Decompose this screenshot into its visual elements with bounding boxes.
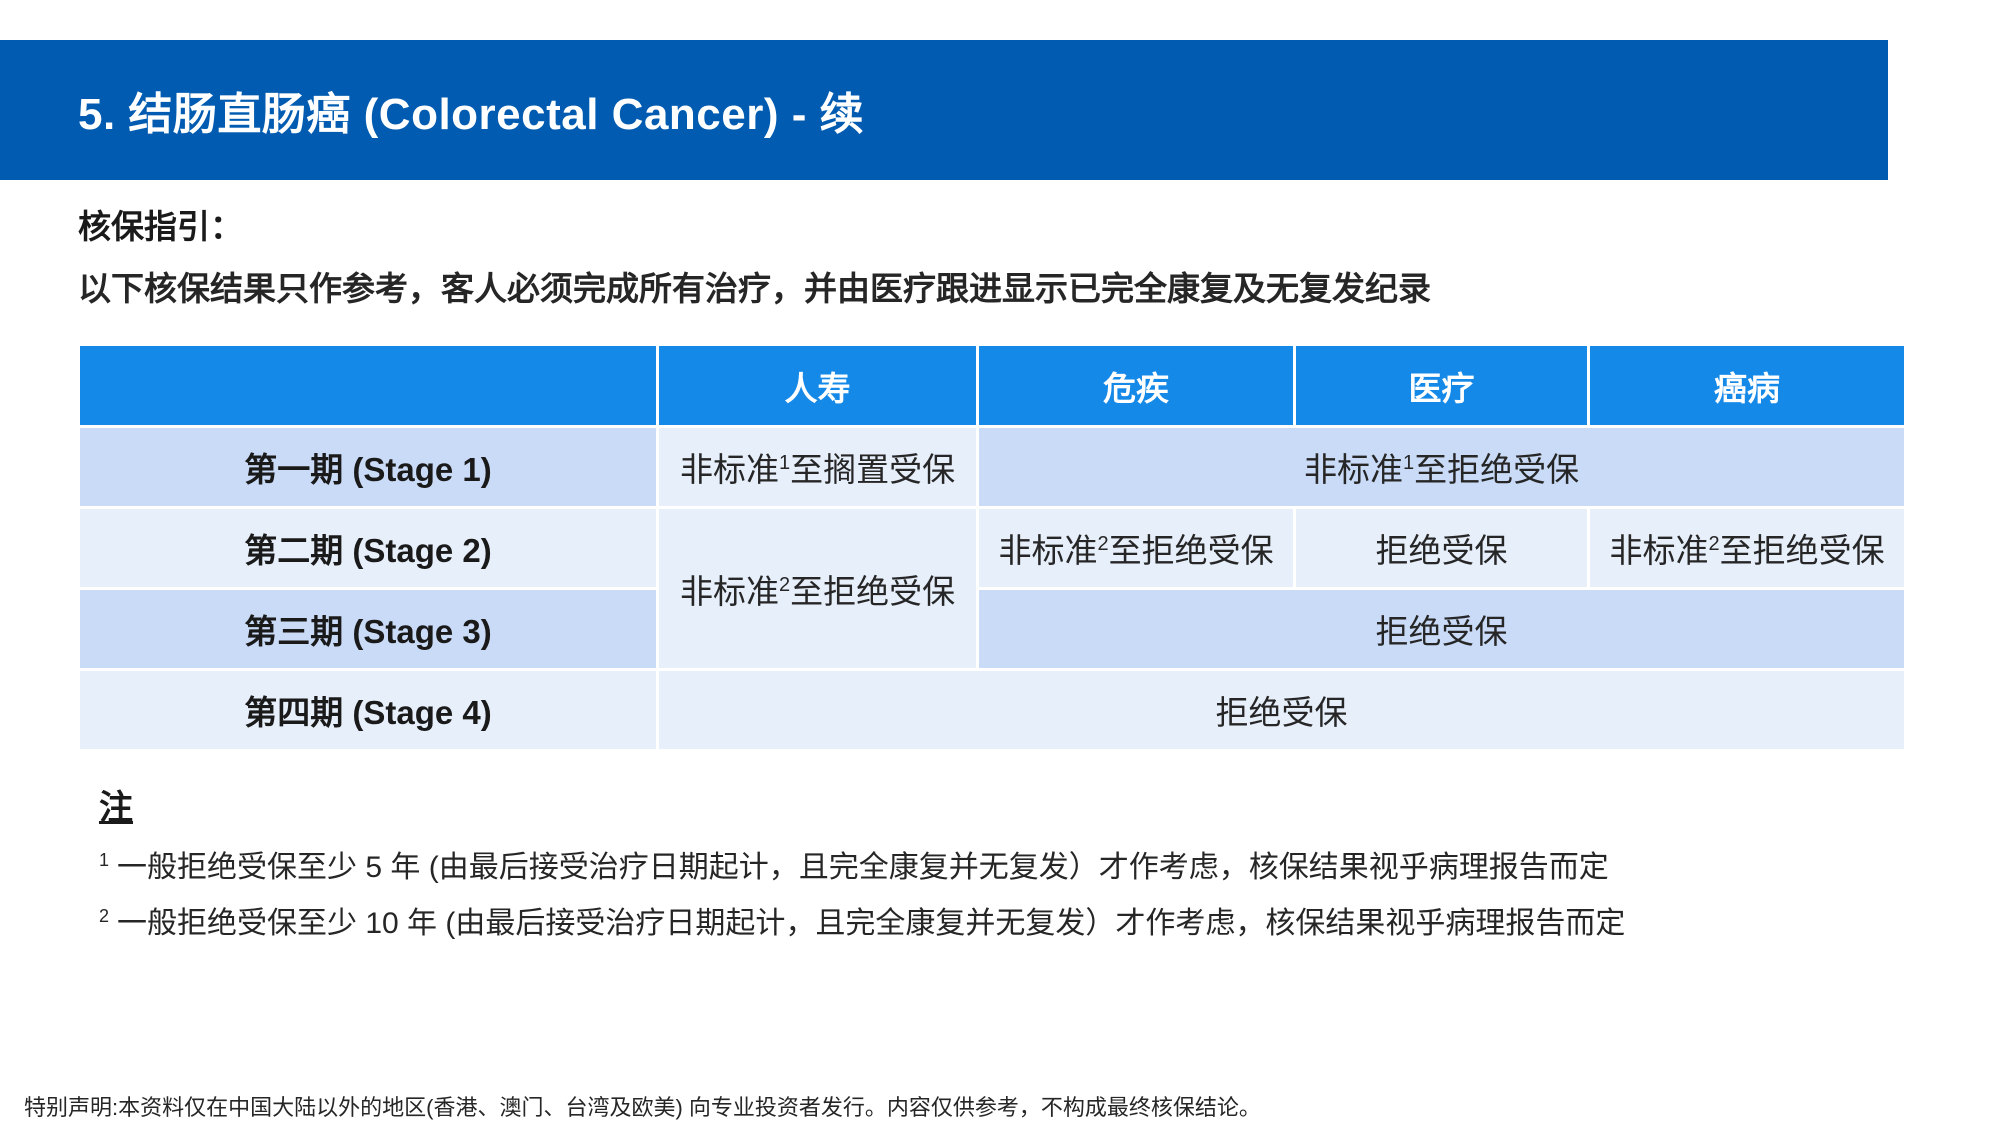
footnote-ref: 2 xyxy=(1708,533,1720,555)
cell-text: 至拒绝受保 xyxy=(1414,451,1580,488)
page-title: 5. 结肠直肠癌 (Colorectal Cancer) - 续 xyxy=(78,90,865,139)
stage-1-label: 第一期 (Stage 1) xyxy=(80,428,656,506)
table-row: 第四期 (Stage 4) 拒绝受保 xyxy=(80,671,1904,749)
stage-4-label: 第四期 (Stage 4) xyxy=(80,671,656,749)
footnote-number: 2 xyxy=(99,906,110,926)
cell-text: 非标准 xyxy=(1609,532,1709,569)
stage-1-life-cell: 非标准1至搁置受保 xyxy=(659,428,976,506)
stage-2-medical-cell: 拒绝受保 xyxy=(1296,509,1587,587)
header-cell-cancer: 癌病 xyxy=(1590,346,1904,425)
stage-1-other-cell: 非标准1至拒绝受保 xyxy=(979,428,1904,506)
footnote-1: 1 一般拒绝受保至少 5 年 (由最后接受治疗日期起计，且完全康复并无复发）才作考… xyxy=(99,842,1609,886)
cell-text: 非标准 xyxy=(679,572,779,610)
footnote-ref: 1 xyxy=(1402,452,1415,474)
header-cell-blank xyxy=(80,346,656,425)
guide-text: 以下核保结果只作参考，客人必须完成所有治疗，并由医疗跟进显示已完全康复及无复发纪… xyxy=(78,270,1431,307)
slide: 5. 结肠直肠癌 (Colorectal Cancer) - 续 核保指引： 以… xyxy=(0,0,2000,1125)
table-header-row: 人寿 危疾 医疗 癌病 xyxy=(80,346,1904,425)
cell-text: 至拒绝受保 xyxy=(1719,532,1885,569)
header-cell-critical-illness: 危疾 xyxy=(979,346,1293,425)
stage-2-3-life-cell: 非标准2至拒绝受保 xyxy=(659,509,976,668)
stage-2-label: 第二期 (Stage 2) xyxy=(80,509,656,587)
footnote-text: 一般拒绝受保至少 10 年 (由最后接受治疗日期起计，且完全康复并无复发）才作考… xyxy=(117,907,1626,940)
cell-text: 至拒绝受保 xyxy=(1108,532,1274,569)
guide-label: 核保指引： xyxy=(78,208,243,245)
footnote-ref: 2 xyxy=(778,573,791,596)
footnote-number: 1 xyxy=(99,850,110,870)
cell-text: 非标准 xyxy=(679,451,779,488)
disclaimer: 特别声明:本资料仅在中国大陆以外的地区(香港、澳门、台湾及欧美) 向专业投资者发… xyxy=(24,1095,1261,1120)
footnote-text: 一般拒绝受保至少 5 年 (由最后接受治疗日期起计，且完全康复并无复发）才作考虑… xyxy=(117,851,1609,884)
footnote-2: 2 一般拒绝受保至少 10 年 (由最后接受治疗日期起计，且完全康复并无复发）才作… xyxy=(99,898,1625,942)
header-cell-medical: 医疗 xyxy=(1296,346,1587,425)
footnote-ref: 2 xyxy=(1097,533,1109,555)
cell-text: 非标准 xyxy=(1303,451,1403,488)
cell-text: 至拒绝受保 xyxy=(790,572,956,610)
stage-3-other-cell: 拒绝受保 xyxy=(979,590,1904,668)
notes-title: 注 xyxy=(99,789,133,827)
table-row: 第二期 (Stage 2) 非标准2至拒绝受保 非标准2至拒绝受保 拒绝受保 非… xyxy=(80,509,1904,668)
footnote-ref: 1 xyxy=(778,452,791,474)
underwriting-table: 人寿 危疾 医疗 癌病 第一期 (Stage 1) 非标准1至搁置受保 非标准1… xyxy=(77,343,1907,752)
stage-2-cancer-cell: 非标准2至拒绝受保 xyxy=(1590,509,1904,587)
title-bar: 5. 结肠直肠癌 (Colorectal Cancer) - 续 xyxy=(0,40,1888,180)
cell-text: 非标准 xyxy=(998,532,1098,569)
header-cell-life: 人寿 xyxy=(659,346,976,425)
stage-4-all-cell: 拒绝受保 xyxy=(659,671,1904,749)
stage-3-label: 第三期 (Stage 3) xyxy=(80,590,656,668)
cell-text: 至搁置受保 xyxy=(790,451,956,488)
table-row: 第三期 (Stage 3) 拒绝受保 xyxy=(80,590,1904,668)
stage-2-ci-cell: 非标准2至拒绝受保 xyxy=(979,509,1293,587)
table-row: 第一期 (Stage 1) 非标准1至搁置受保 非标准1至拒绝受保 xyxy=(80,428,1904,506)
